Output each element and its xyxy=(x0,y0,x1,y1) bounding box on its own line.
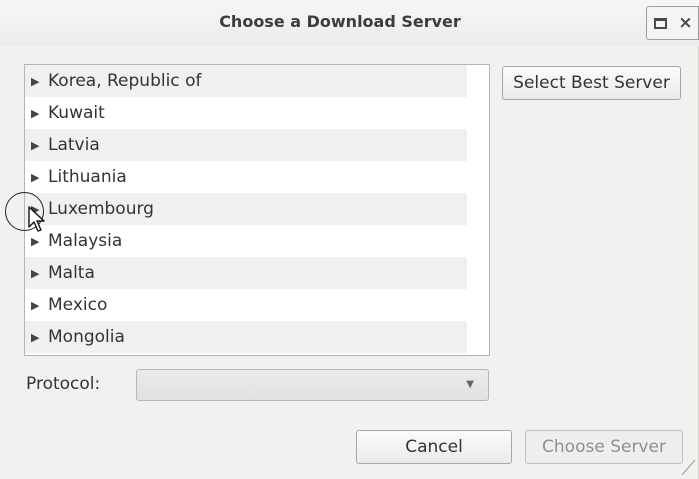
maximize-button[interactable] xyxy=(646,6,674,40)
list-item-label: Mexico xyxy=(48,295,108,315)
dialog-title: Choose a Download Server xyxy=(219,12,461,31)
expander-triangle-icon[interactable]: ▶ xyxy=(31,107,46,120)
server-list[interactable]: ▶ Korea, Republic of ▶ Kuwait ▶ Latvia ▶… xyxy=(24,64,490,356)
expander-triangle-icon[interactable]: ▶ xyxy=(31,171,46,184)
protocol-dropdown[interactable]: ▼ xyxy=(136,369,489,401)
dropdown-arrow-icon: ▼ xyxy=(466,379,474,390)
list-item[interactable]: ▶ Korea, Republic of xyxy=(25,65,467,97)
list-item-label: Luxembourg xyxy=(48,199,154,219)
expander-triangle-icon[interactable]: ▶ xyxy=(31,235,46,248)
expander-triangle-icon[interactable]: ▶ xyxy=(31,139,46,152)
select-best-server-button[interactable]: Select Best Server xyxy=(502,66,681,100)
list-item-label: Lithuania xyxy=(48,167,127,187)
list-item[interactable]: ▶ Mexico xyxy=(25,289,467,321)
expander-triangle-icon[interactable]: ▶ xyxy=(31,331,46,344)
expander-triangle-icon[interactable]: ▶ xyxy=(31,75,46,88)
list-item-label: Malaysia xyxy=(48,231,123,251)
download-server-dialog: Choose a Download Server × ▶ Korea, Repu… xyxy=(0,0,699,479)
list-item-label: Malta xyxy=(48,263,95,283)
title-bar[interactable]: Choose a Download Server × xyxy=(0,0,699,46)
expander-triangle-icon[interactable]: ▶ xyxy=(31,267,46,280)
list-item[interactable]: ▶ Mongolia xyxy=(25,321,467,353)
close-button[interactable]: × xyxy=(673,6,699,40)
list-item[interactable]: ▶ Malta xyxy=(25,257,467,289)
list-item[interactable]: ▶ Malaysia xyxy=(25,225,467,257)
list-item-label: Latvia xyxy=(48,135,100,155)
resize-grip-icon[interactable] xyxy=(680,456,696,476)
maximize-icon xyxy=(653,17,667,29)
close-icon: × xyxy=(678,13,693,33)
cancel-button[interactable]: Cancel xyxy=(356,430,512,464)
mouse-pointer-icon xyxy=(28,206,45,232)
list-item-label: Kuwait xyxy=(48,103,105,123)
list-item-label: Mongolia xyxy=(48,327,125,347)
list-item[interactable]: ▶ Kuwait xyxy=(25,97,467,129)
choose-server-button[interactable]: Choose Server xyxy=(525,430,683,464)
list-item[interactable]: ▶ Luxembourg xyxy=(25,193,467,225)
list-item[interactable]: ▶ Lithuania xyxy=(25,161,467,193)
expander-triangle-icon[interactable]: ▶ xyxy=(31,299,46,312)
protocol-label: Protocol: xyxy=(26,374,101,394)
list-item[interactable]: ▶ Latvia xyxy=(25,129,467,161)
list-item-label: Korea, Republic of xyxy=(48,71,202,91)
